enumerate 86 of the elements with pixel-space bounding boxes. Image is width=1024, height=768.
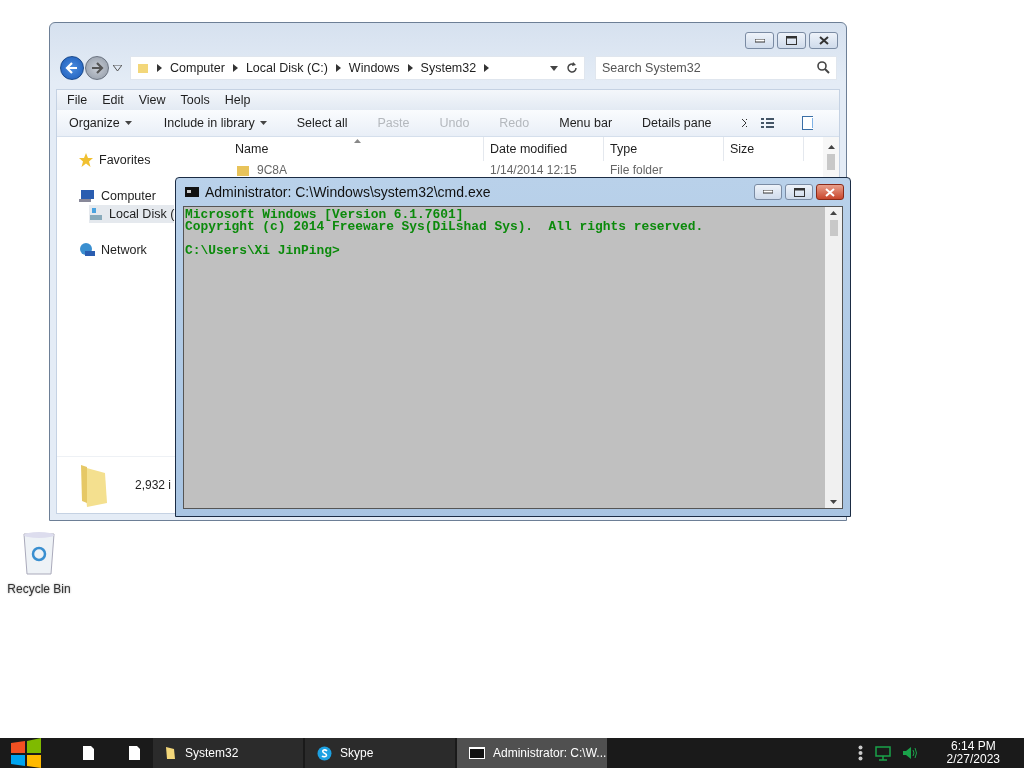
forward-button[interactable] <box>85 56 109 80</box>
star-icon <box>79 153 93 167</box>
folder-icon <box>237 164 249 176</box>
table-cell-text: File folder <box>609 163 664 177</box>
scroll-thumb[interactable] <box>829 220 838 236</box>
console-line: Copyright (c) 2014 Freeware Sys(DiLshad Sys). All rights reserved. <box>185 221 705 233</box>
dropdown-icon[interactable] <box>550 65 558 71</box>
start-button[interactable] <box>9 738 43 768</box>
chevron-icon <box>484 64 490 72</box>
back-arrow-icon <box>65 61 79 75</box>
maximize-icon <box>786 36 797 45</box>
chevron-icon <box>335 64 341 72</box>
caret-icon <box>124 121 132 125</box>
window-title: Administrator: C:\Windows\system32\cmd.exe <box>205 184 491 200</box>
close-button[interactable] <box>809 32 838 49</box>
close-icon <box>825 187 835 197</box>
toolbar-button[interactable]: Menu bar <box>559 116 613 130</box>
speaker-icon[interactable] <box>902 746 919 760</box>
toolbar-button[interactable]: Include in library <box>163 116 267 130</box>
overflow-icon[interactable] <box>857 745 863 761</box>
menu-item[interactable]: File <box>67 93 88 107</box>
table-cell: 9C8A <box>257 163 288 177</box>
back-button[interactable] <box>60 56 84 80</box>
console-line: Microsoft Windows [Version 6.1.7601] <box>185 209 464 221</box>
search-field[interactable]: Search System32 <box>595 56 837 80</box>
column-header[interactable]: Date modified <box>484 137 604 161</box>
breadcrumb-item[interactable]: Windows <box>348 61 400 75</box>
column-header[interactable]: Size <box>724 137 804 161</box>
drive-icon <box>89 207 103 221</box>
document-icon <box>82 746 94 760</box>
breadcrumb-item[interactable]: Local Disk (C:) <box>245 61 328 75</box>
caret-icon <box>259 121 267 125</box>
folder-icon <box>137 62 149 74</box>
breadcrumb-item[interactable]: Computer <box>170 61 225 75</box>
document-icon <box>128 746 140 760</box>
search-icon <box>817 61 830 74</box>
scroll-up-icon[interactable] <box>827 145 835 149</box>
nav-item[interactable]: Computer <box>79 187 156 205</box>
breadcrumb-item[interactable]: System32 <box>420 61 477 75</box>
address-bar[interactable]: Computer Local Disk (C:) Windows System32 <box>130 56 585 80</box>
taskbar-button[interactable]: System32 <box>153 738 303 768</box>
chevron-icon <box>232 64 238 72</box>
forward-arrow-icon <box>90 61 104 75</box>
maximize-icon <box>793 187 805 197</box>
menu-item[interactable]: Tools <box>180 93 210 107</box>
console-icon <box>469 747 485 759</box>
scroll-down-icon[interactable] <box>830 500 837 504</box>
dropdown-icon[interactable] <box>113 65 122 71</box>
sort-icon <box>354 139 361 143</box>
network-icon[interactable] <box>874 745 891 761</box>
nav-item[interactable]: Local Disk ( <box>89 205 175 223</box>
close-icon <box>818 36 829 45</box>
toolbar-button[interactable]: Details pane <box>642 116 712 130</box>
menu-item[interactable]: View <box>138 93 166 107</box>
console-icon <box>185 187 199 197</box>
item-count: 2,932 i <box>135 478 172 492</box>
taskbar-button[interactable]: Skype <box>305 738 455 768</box>
maximize-button[interactable] <box>777 32 806 49</box>
scroll-up-icon[interactable] <box>830 211 837 215</box>
refresh-icon[interactable] <box>566 62 578 74</box>
desktop-icon-label[interactable]: Recycle Bin <box>7 582 71 596</box>
minimize-icon <box>754 38 765 43</box>
nav-item[interactable]: Favorites <box>79 151 151 169</box>
scrollbar[interactable] <box>825 207 842 508</box>
folder-icon <box>165 746 177 760</box>
toolbar-button[interactable]: Organize <box>69 116 132 130</box>
close-button[interactable] <box>816 184 844 200</box>
nav-item[interactable]: Network <box>79 241 147 259</box>
more-icon[interactable] <box>741 119 748 127</box>
preview-pane-icon[interactable] <box>802 116 813 130</box>
table-cell-text: 1/14/2014 12:15 <box>489 163 578 177</box>
clock[interactable]: 6:14 PM 2/27/2023 <box>946 740 1000 766</box>
scroll-thumb[interactable] <box>827 154 835 170</box>
taskbar-button[interactable]: Administrator: C:\W... <box>457 738 607 768</box>
network-icon <box>79 243 95 257</box>
computer-icon <box>79 189 95 203</box>
recycle-bin-icon[interactable] <box>20 530 58 576</box>
skype-icon <box>317 745 332 761</box>
chevron-icon <box>407 64 413 72</box>
chevron-icon <box>157 64 162 72</box>
toolbar-button[interactable]: Select all <box>296 116 348 130</box>
menu-item[interactable]: Help <box>224 93 251 107</box>
column-header[interactable]: Type <box>604 137 724 161</box>
menu-item[interactable]: Edit <box>102 93 124 107</box>
maximize-button[interactable] <box>785 184 813 200</box>
minimize-icon <box>763 190 773 194</box>
